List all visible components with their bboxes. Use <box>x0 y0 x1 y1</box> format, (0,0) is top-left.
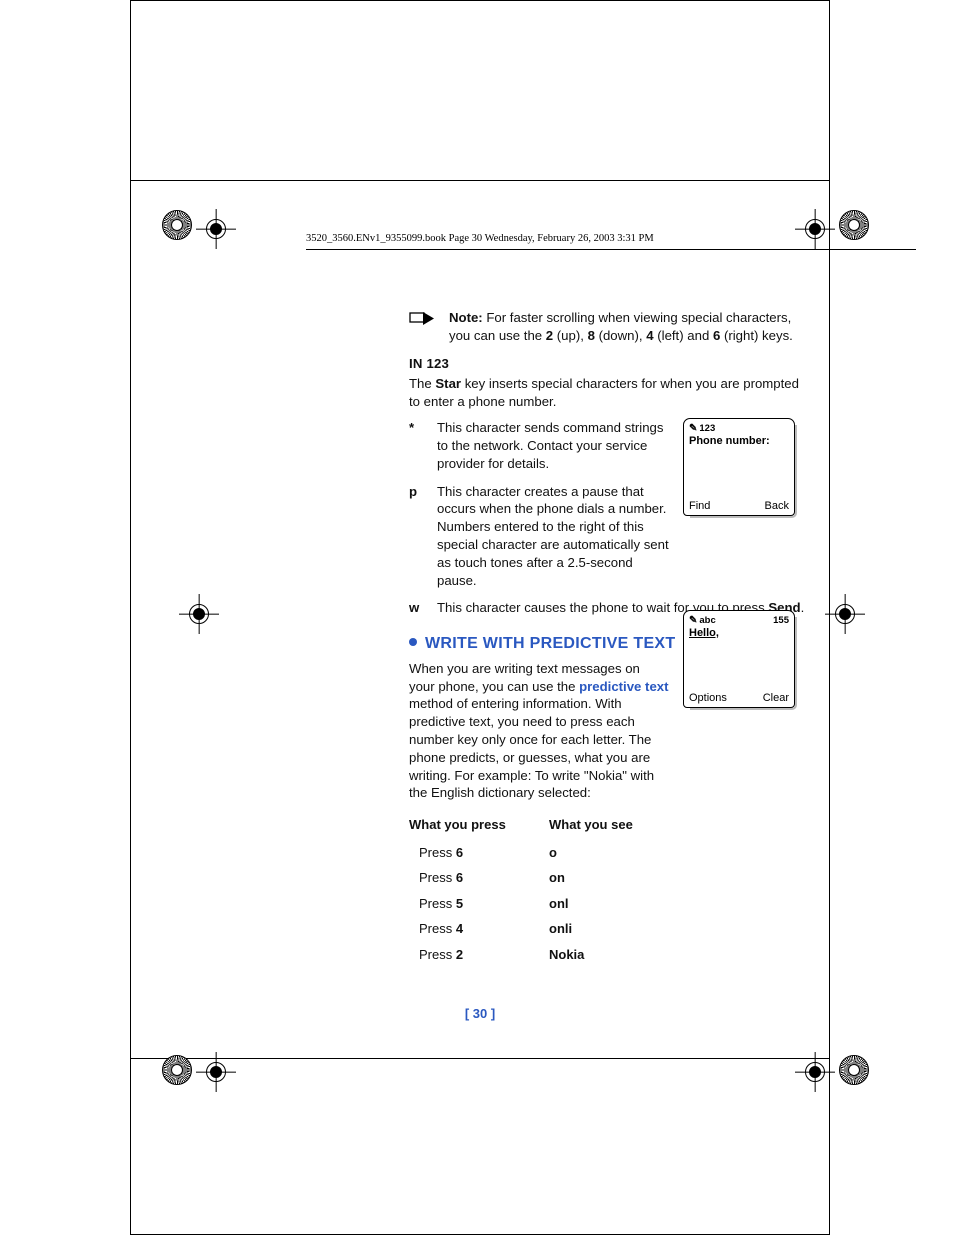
char-entry-star: * This character sends command strings t… <box>409 419 669 472</box>
table-row: Press 6 on <box>409 865 633 891</box>
phone-screen-number: ✎123 Phone number: Find Back <box>683 418 795 516</box>
table-row: Press 2 Nokia <box>409 942 633 968</box>
char-key: * <box>409 419 427 472</box>
screen-mode-row: ✎123 <box>689 423 789 434</box>
table-row: Press 5 onl <box>409 891 633 917</box>
phone-screen-text: ✎abc 155 Hello, Options Clear <box>683 610 795 708</box>
predictive-text-link: predictive text <box>579 679 668 694</box>
pencil-icon: ✎ <box>689 423 697 434</box>
table-row: Press 6 o <box>409 840 633 866</box>
in123-heading: IN 123 <box>409 355 809 373</box>
th-see: What you see <box>549 812 633 840</box>
table-row: Press 4 onli <box>409 916 633 942</box>
header-rule <box>306 249 916 250</box>
char-key: p <box>409 483 427 590</box>
char-key: w <box>409 599 427 617</box>
softkey-left: Find <box>689 500 710 512</box>
predictive-paragraph: When you are writing text messages on yo… <box>409 660 669 803</box>
screen-title: Hello, <box>689 627 789 639</box>
screen-title: Phone number: <box>689 435 789 447</box>
softkey-right: Back <box>765 500 789 512</box>
screen-mode-row: ✎abc 155 <box>689 615 789 626</box>
char-body: This character creates a pause that occu… <box>437 483 669 590</box>
note-text: Note: For faster scrolling when viewing … <box>449 309 809 345</box>
predictive-table: What you press What you see Press 6 o Pr… <box>409 812 633 967</box>
page-frame: 3520_3560.ENv1_9355099.book Page 30 Wedn… <box>130 0 830 1235</box>
note-icon <box>409 311 435 345</box>
softkey-left: Options <box>689 692 727 704</box>
char-body: This character sends command strings to … <box>437 419 669 472</box>
note-block: Note: For faster scrolling when viewing … <box>409 309 809 345</box>
char-count: 155 <box>773 615 789 626</box>
pencil-icon: ✎ <box>689 615 697 626</box>
bullet-icon <box>409 638 417 646</box>
running-header: 3520_3560.ENv1_9355099.book Page 30 Wedn… <box>306 233 654 244</box>
softkey-right: Clear <box>763 692 789 704</box>
in123-intro: The Star key inserts special characters … <box>409 375 809 411</box>
char-entry-p: p This character creates a pause that oc… <box>409 483 669 590</box>
note-label: Note: <box>449 310 483 325</box>
th-press: What you press <box>409 812 549 840</box>
page-number: [ 30 ] <box>131 1006 829 1021</box>
